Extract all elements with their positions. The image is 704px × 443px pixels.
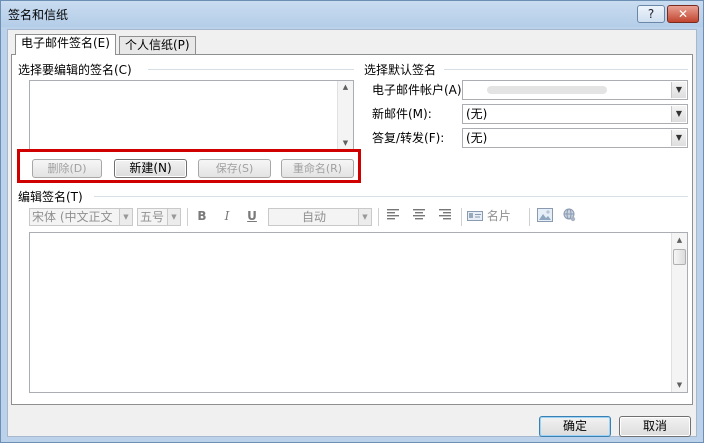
business-card-button[interactable]: 名片: [467, 208, 523, 226]
close-icon: ✕: [677, 7, 689, 21]
scroll-down-icon[interactable]: ▼: [672, 381, 687, 389]
underline-button[interactable]: U: [243, 208, 261, 226]
replies-select[interactable]: (无) ▼: [462, 128, 688, 148]
editor-scrollbar[interactable]: ▲ ▼: [671, 233, 687, 392]
font-color-value: 自动: [301, 210, 326, 224]
new-messages-value: (无): [466, 107, 488, 121]
italic-button[interactable]: I: [218, 208, 236, 226]
account-label: 电子邮件帐户(A):: [372, 83, 466, 97]
signature-list-scrollbar[interactable]: ▲ ▼: [337, 81, 353, 149]
chevron-down-icon[interactable]: ▼: [671, 82, 686, 98]
help-button[interactable]: ?: [637, 5, 665, 23]
group-divider: [148, 69, 354, 70]
font-select[interactable]: 宋体 (中文正文 ▼: [29, 208, 133, 226]
chevron-down-icon[interactable]: ▼: [671, 106, 686, 122]
bold-button[interactable]: B: [193, 208, 211, 226]
account-select[interactable]: ▼: [462, 80, 688, 100]
new-messages-label: 新邮件(M):: [372, 107, 432, 121]
font-color-select[interactable]: 自动 ▼: [268, 208, 372, 226]
replies-label: 答复/转发(F):: [372, 131, 445, 145]
size-select[interactable]: 五号 ▼: [137, 208, 181, 226]
edit-signature-label: 编辑签名(T): [18, 190, 83, 204]
scroll-up-icon[interactable]: ▲: [338, 83, 353, 91]
business-card-icon: [467, 209, 487, 223]
window-title: 签名和信纸: [8, 8, 69, 22]
scroll-up-icon[interactable]: ▲: [672, 236, 687, 244]
business-card-label: 名片: [486, 209, 511, 223]
scroll-thumb[interactable]: [673, 249, 686, 265]
signatures-dialog: 签名和信纸 ? ✕ 电子邮件签名(E) 个人信纸(P) 选择要编辑的签名(C) …: [0, 0, 704, 443]
tab-panel: 选择要编辑的签名(C) ▲ ▼ 删除(D) 新建(N) 保存(S) 重命名(R)…: [11, 54, 693, 405]
signature-editor[interactable]: ▲ ▼: [29, 232, 688, 393]
toolbar-separator: [529, 208, 530, 226]
tab-email-signature[interactable]: 电子邮件签名(E): [15, 34, 116, 55]
chevron-down-icon[interactable]: ▼: [167, 209, 180, 225]
signature-list[interactable]: ▲ ▼: [29, 80, 354, 150]
group-divider: [94, 196, 688, 197]
select-signature-label: 选择要编辑的签名(C): [18, 63, 132, 77]
font-value: 宋体 (中文正文: [32, 210, 113, 224]
highlight-box: [17, 149, 361, 183]
align-center-icon[interactable]: [409, 208, 429, 226]
chevron-down-icon[interactable]: ▼: [671, 130, 686, 146]
align-left-icon[interactable]: [383, 208, 403, 226]
replies-value: (无): [466, 131, 488, 145]
ok-button[interactable]: 确定: [539, 416, 611, 437]
toolbar-separator: [378, 208, 379, 226]
group-divider: [444, 69, 688, 70]
tab-personal-stationery[interactable]: 个人信纸(P): [119, 36, 196, 54]
blurred-account: [487, 86, 607, 94]
scroll-down-icon[interactable]: ▼: [338, 139, 353, 147]
question-icon: ?: [647, 7, 655, 21]
size-value: 五号: [140, 210, 165, 224]
toolbar-separator: [461, 208, 462, 226]
align-right-icon[interactable]: [435, 208, 455, 226]
default-signature-label: 选择默认签名: [364, 63, 437, 77]
dialog-body: 电子邮件签名(E) 个人信纸(P) 选择要编辑的签名(C) ▲ ▼ 删除(D) …: [7, 29, 697, 437]
title-bar[interactable]: 签名和信纸 ? ✕: [1, 1, 703, 27]
hyperlink-icon[interactable]: [559, 208, 579, 226]
toolbar-separator: [187, 208, 188, 226]
close-button[interactable]: ✕: [667, 5, 699, 23]
new-messages-select[interactable]: (无) ▼: [462, 104, 688, 124]
chevron-down-icon[interactable]: ▼: [119, 209, 132, 225]
cancel-button[interactable]: 取消: [619, 416, 691, 437]
insert-picture-icon[interactable]: [535, 208, 555, 226]
chevron-down-icon[interactable]: ▼: [358, 209, 371, 225]
